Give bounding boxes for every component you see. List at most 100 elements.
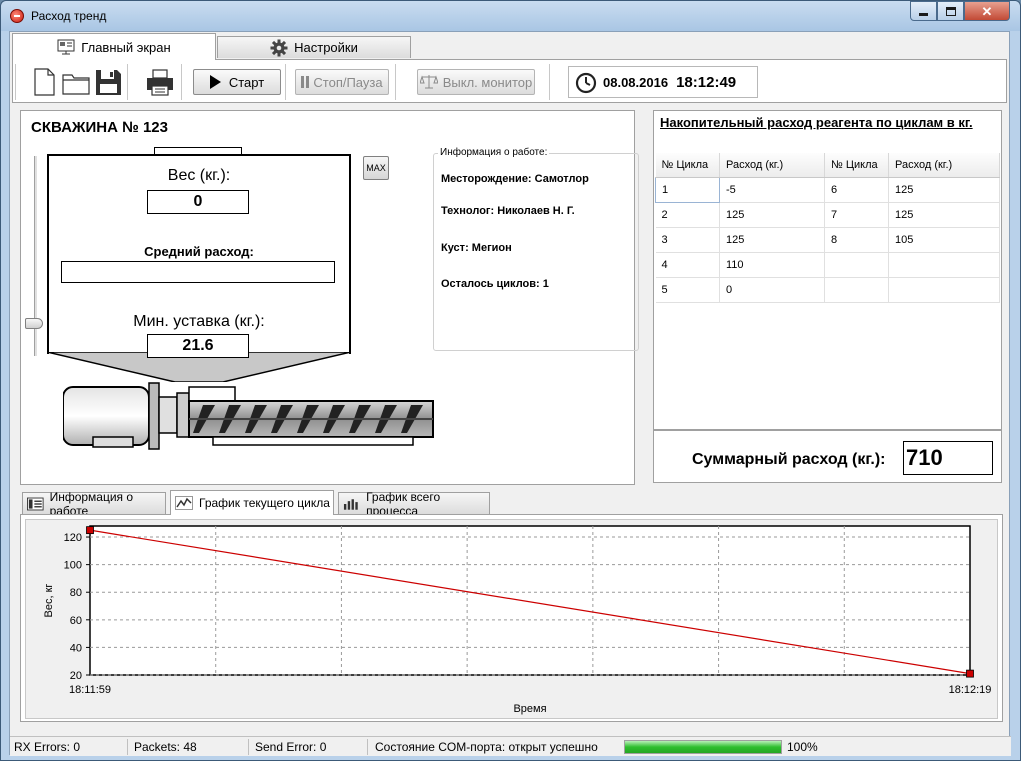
weight-value: 0: [147, 190, 249, 214]
scales-icon: [419, 75, 438, 89]
x-tick-label: 18:12:19: [949, 684, 992, 696]
current-cycle-chart[interactable]: 20 40 60 80 100 120 18:11:59 18:12:19 Время Вес, …: [26, 520, 999, 720]
tab-main-screen[interactable]: Главный экран: [12, 33, 216, 60]
table-cell[interactable]: 105: [888, 227, 1000, 253]
current-date: 08.08.2016: [603, 74, 669, 90]
send-error-status: Send Error: 0: [255, 740, 327, 754]
current-time: 18:12:49: [676, 73, 737, 91]
y-tick-label: 40: [70, 642, 82, 654]
weight-label: Вес (кг.):: [167, 167, 231, 184]
table-cell[interactable]: 125: [888, 177, 1000, 203]
y-tick-label: 80: [70, 587, 82, 599]
table-cell[interactable]: 1: [655, 176, 720, 203]
field-info: Месторождение: Самотлор: [441, 173, 589, 185]
table-cell[interactable]: 125: [719, 202, 825, 228]
title-bar[interactable]: Расход тренд ✕: [1, 1, 1020, 31]
table-cell[interactable]: 6: [824, 177, 889, 203]
start-button[interactable]: Старт: [193, 69, 281, 95]
monitor-off-button[interactable]: Выкл. монитор: [417, 69, 535, 95]
tab-main-screen-label: Главный экран: [81, 39, 171, 55]
well-title: СКВАЖИНА № 123: [31, 119, 168, 136]
print-icon[interactable]: [145, 67, 175, 97]
table-cell[interactable]: 2: [655, 202, 720, 228]
table-cell[interactable]: [824, 252, 889, 278]
level-slider-thumb[interactable]: [25, 318, 43, 329]
column-header[interactable]: № Цикла: [655, 153, 720, 178]
packets-status: Packets: 48: [134, 740, 197, 754]
table-row[interactable]: 1 -5 6 125: [655, 176, 1000, 203]
consumption-panel: Накопительный расход реагента по циклам …: [653, 110, 1002, 430]
pause-button[interactable]: Стоп/Пауза: [295, 69, 389, 95]
toolbar-separator: [181, 64, 185, 100]
datetime-display: 08.08.2016 18:12:49: [568, 66, 758, 98]
total-consumption-value: 710: [903, 441, 993, 475]
status-divider: [127, 739, 128, 755]
progress-bar: [624, 740, 782, 754]
y-tick-label: 100: [64, 560, 82, 572]
tab-work-info[interactable]: Информация о работе: [22, 490, 166, 518]
com-port-status: Состояние COM-порта: открыт успешно: [375, 740, 598, 754]
new-file-icon[interactable]: [29, 67, 59, 97]
status-bar: RX Errors: 0 Packets: 48 Send Error: 0 С…: [10, 736, 1011, 756]
table-row[interactable]: 4 110: [655, 252, 1000, 278]
work-info-group: Информация о работе: Месторождение: Само…: [433, 147, 639, 351]
cycles-left-info: Осталось циклов: 1: [441, 278, 549, 290]
toolbar-separator: [395, 64, 399, 100]
table-row[interactable]: 5 0: [655, 277, 1000, 303]
y-tick-label: 20: [70, 670, 82, 682]
consumption-table[interactable]: № Цикла Расход (кг.) № Цикла Расход (кг.…: [655, 153, 1000, 303]
table-cell[interactable]: [824, 277, 889, 303]
open-folder-icon[interactable]: [61, 67, 91, 97]
table-row[interactable]: 2 125 7 125: [655, 202, 1000, 228]
table-cell[interactable]: -5: [719, 177, 825, 203]
tab-current-cycle-chart[interactable]: График текущего цикла: [170, 490, 334, 515]
table-row[interactable]: 3 125 8 105: [655, 227, 1000, 253]
maximize-button[interactable]: [937, 1, 964, 21]
table-cell[interactable]: 110: [719, 252, 825, 278]
data-point: [86, 526, 94, 535]
pad-info: Куст: Мегион: [441, 242, 512, 254]
data-point: [966, 669, 974, 678]
technologist-info: Технолог: Николаев Н. Г.: [441, 205, 575, 217]
table-cell[interactable]: [888, 252, 1000, 278]
max-button[interactable]: MAX: [363, 156, 389, 180]
pause-label: Стоп/Пауза: [313, 74, 383, 90]
toolbar-separator: [285, 64, 289, 100]
maximize-icon: [945, 6, 956, 16]
chart-area: 20 40 60 80 100 120 18:11:59 18:12:19 Время Вес, …: [25, 519, 998, 719]
screen-icon: [57, 39, 75, 55]
table-cell[interactable]: 0: [719, 277, 825, 303]
client-area: Главный экран Настройки Старт Стоп/Пауза…: [9, 31, 1011, 756]
app-window: Расход тренд ✕ Главный экран Настройки С…: [0, 0, 1021, 761]
table-cell[interactable]: 3: [655, 227, 720, 253]
column-header[interactable]: № Цикла: [824, 153, 889, 178]
tab-settings[interactable]: Настройки: [217, 36, 411, 58]
x-tick-label: 18:11:59: [69, 684, 111, 696]
total-consumption-label: Суммарный расход (кг.):: [692, 451, 886, 468]
min-setpoint-value: 21.6: [147, 334, 249, 358]
minimize-button[interactable]: [910, 1, 937, 21]
table-cell[interactable]: 125: [888, 202, 1000, 228]
toolbar-separator: [549, 64, 553, 100]
y-tick-label: 60: [70, 615, 82, 627]
close-button[interactable]: ✕: [964, 1, 1010, 21]
tab-whole-process-chart[interactable]: График всего процесса: [338, 490, 490, 518]
x-axis-label: Время: [513, 703, 546, 715]
table-cell[interactable]: 125: [719, 227, 825, 253]
chart-frame: 20 40 60 80 100 120 18:11:59 18:12:19 Время Вес, …: [20, 514, 1003, 722]
table-cell[interactable]: 5: [655, 277, 720, 303]
save-icon[interactable]: [93, 67, 123, 97]
column-header[interactable]: Расход (кг.): [719, 153, 825, 178]
table-cell[interactable]: 4: [655, 252, 720, 278]
rx-errors-status: RX Errors: 0: [14, 740, 81, 754]
progress-fill: [625, 741, 781, 753]
table-cell[interactable]: [888, 277, 1000, 303]
tab-current-cycle-chart-label: График текущего цикла: [199, 496, 330, 510]
app-icon: [10, 9, 24, 23]
column-header[interactable]: Расход (кг.): [888, 153, 1000, 178]
progress-percent: 100%: [787, 740, 818, 754]
table-cell[interactable]: 7: [824, 202, 889, 228]
well-panel: СКВАЖИНА № 123 Вес (кг.): 0 Средний расх…: [20, 110, 639, 485]
y-axis-label: Вес, кг: [43, 584, 55, 618]
table-cell[interactable]: 8: [824, 227, 889, 253]
